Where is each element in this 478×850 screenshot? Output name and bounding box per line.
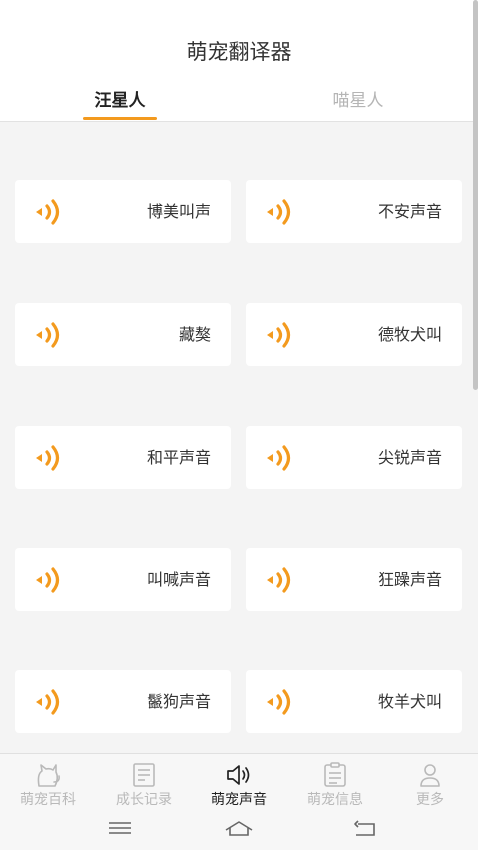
nav-item-pet-encyclopedia[interactable]: 萌宠百科 (0, 762, 96, 809)
sound-card[interactable]: 鬣狗声音 (15, 670, 231, 733)
home-icon[interactable] (222, 816, 256, 840)
sound-label: 博美叫声 (146, 202, 211, 221)
speaker-icon (267, 199, 291, 225)
sound-card[interactable]: 藏獒 (15, 303, 231, 366)
sound-card[interactable]: 牧羊犬叫 (246, 670, 462, 733)
sound-label: 不安声音 (377, 202, 442, 221)
speaker-icon (36, 689, 60, 715)
sound-label: 藏獒 (178, 325, 211, 344)
sound-card[interactable]: 德牧犬叫 (246, 303, 462, 366)
speaker-icon (36, 567, 60, 593)
sound-card[interactable]: 博美叫声 (15, 180, 231, 243)
speaker-icon (36, 199, 60, 225)
sound-label: 德牧犬叫 (377, 325, 442, 344)
person-icon (420, 764, 440, 787)
speaker-icon (267, 445, 291, 471)
cat-icon (37, 764, 60, 787)
sound-label: 尖锐声音 (377, 448, 442, 467)
sound-label: 鬣狗声音 (146, 692, 211, 711)
system-nav-bar (0, 808, 478, 850)
sound-card[interactable]: 狂躁声音 (246, 548, 462, 611)
sound-label: 牧羊犬叫 (377, 692, 442, 711)
nav-item-growth-record[interactable]: 成长记录 (96, 762, 192, 809)
clipboard-icon (324, 762, 346, 787)
page-title: 萌宠翻译器 (186, 40, 292, 64)
speaker-icon (36, 445, 60, 471)
app-screen: 萌宠翻译器 汪星人 喵星人 博美叫声 不安声音 藏獒 德牧犬叫 和平声音 尖锐声… (0, 0, 478, 850)
header: 萌宠翻译器 汪星人 喵星人 (0, 0, 478, 122)
nav-item-pet-info[interactable]: 萌宠信息 (287, 762, 383, 809)
speaker-icon (267, 322, 291, 348)
sound-card[interactable]: 叫喊声音 (15, 548, 231, 611)
sound-icon (227, 765, 250, 785)
notebook-icon (133, 763, 155, 787)
back-icon[interactable] (348, 816, 382, 840)
nav-item-pet-sounds[interactable]: 萌宠声音 (191, 762, 287, 809)
scrollbar[interactable] (473, 0, 478, 390)
menu-icon[interactable] (103, 816, 137, 840)
tab-cat[interactable]: 喵星人 (298, 86, 418, 111)
sound-card[interactable]: 不安声音 (246, 180, 462, 243)
nav-item-more[interactable]: 更多 (382, 762, 478, 809)
speaker-icon (36, 322, 60, 348)
sound-card[interactable]: 尖锐声音 (246, 426, 462, 489)
sound-label: 叫喊声音 (146, 570, 211, 589)
tab-dog[interactable]: 汪星人 (60, 86, 180, 111)
active-tab-indicator (83, 117, 157, 120)
speaker-icon (267, 567, 291, 593)
speaker-icon (267, 689, 291, 715)
sound-label: 和平声音 (146, 448, 211, 467)
sound-label: 狂躁声音 (377, 570, 442, 589)
sound-card[interactable]: 和平声音 (15, 426, 231, 489)
